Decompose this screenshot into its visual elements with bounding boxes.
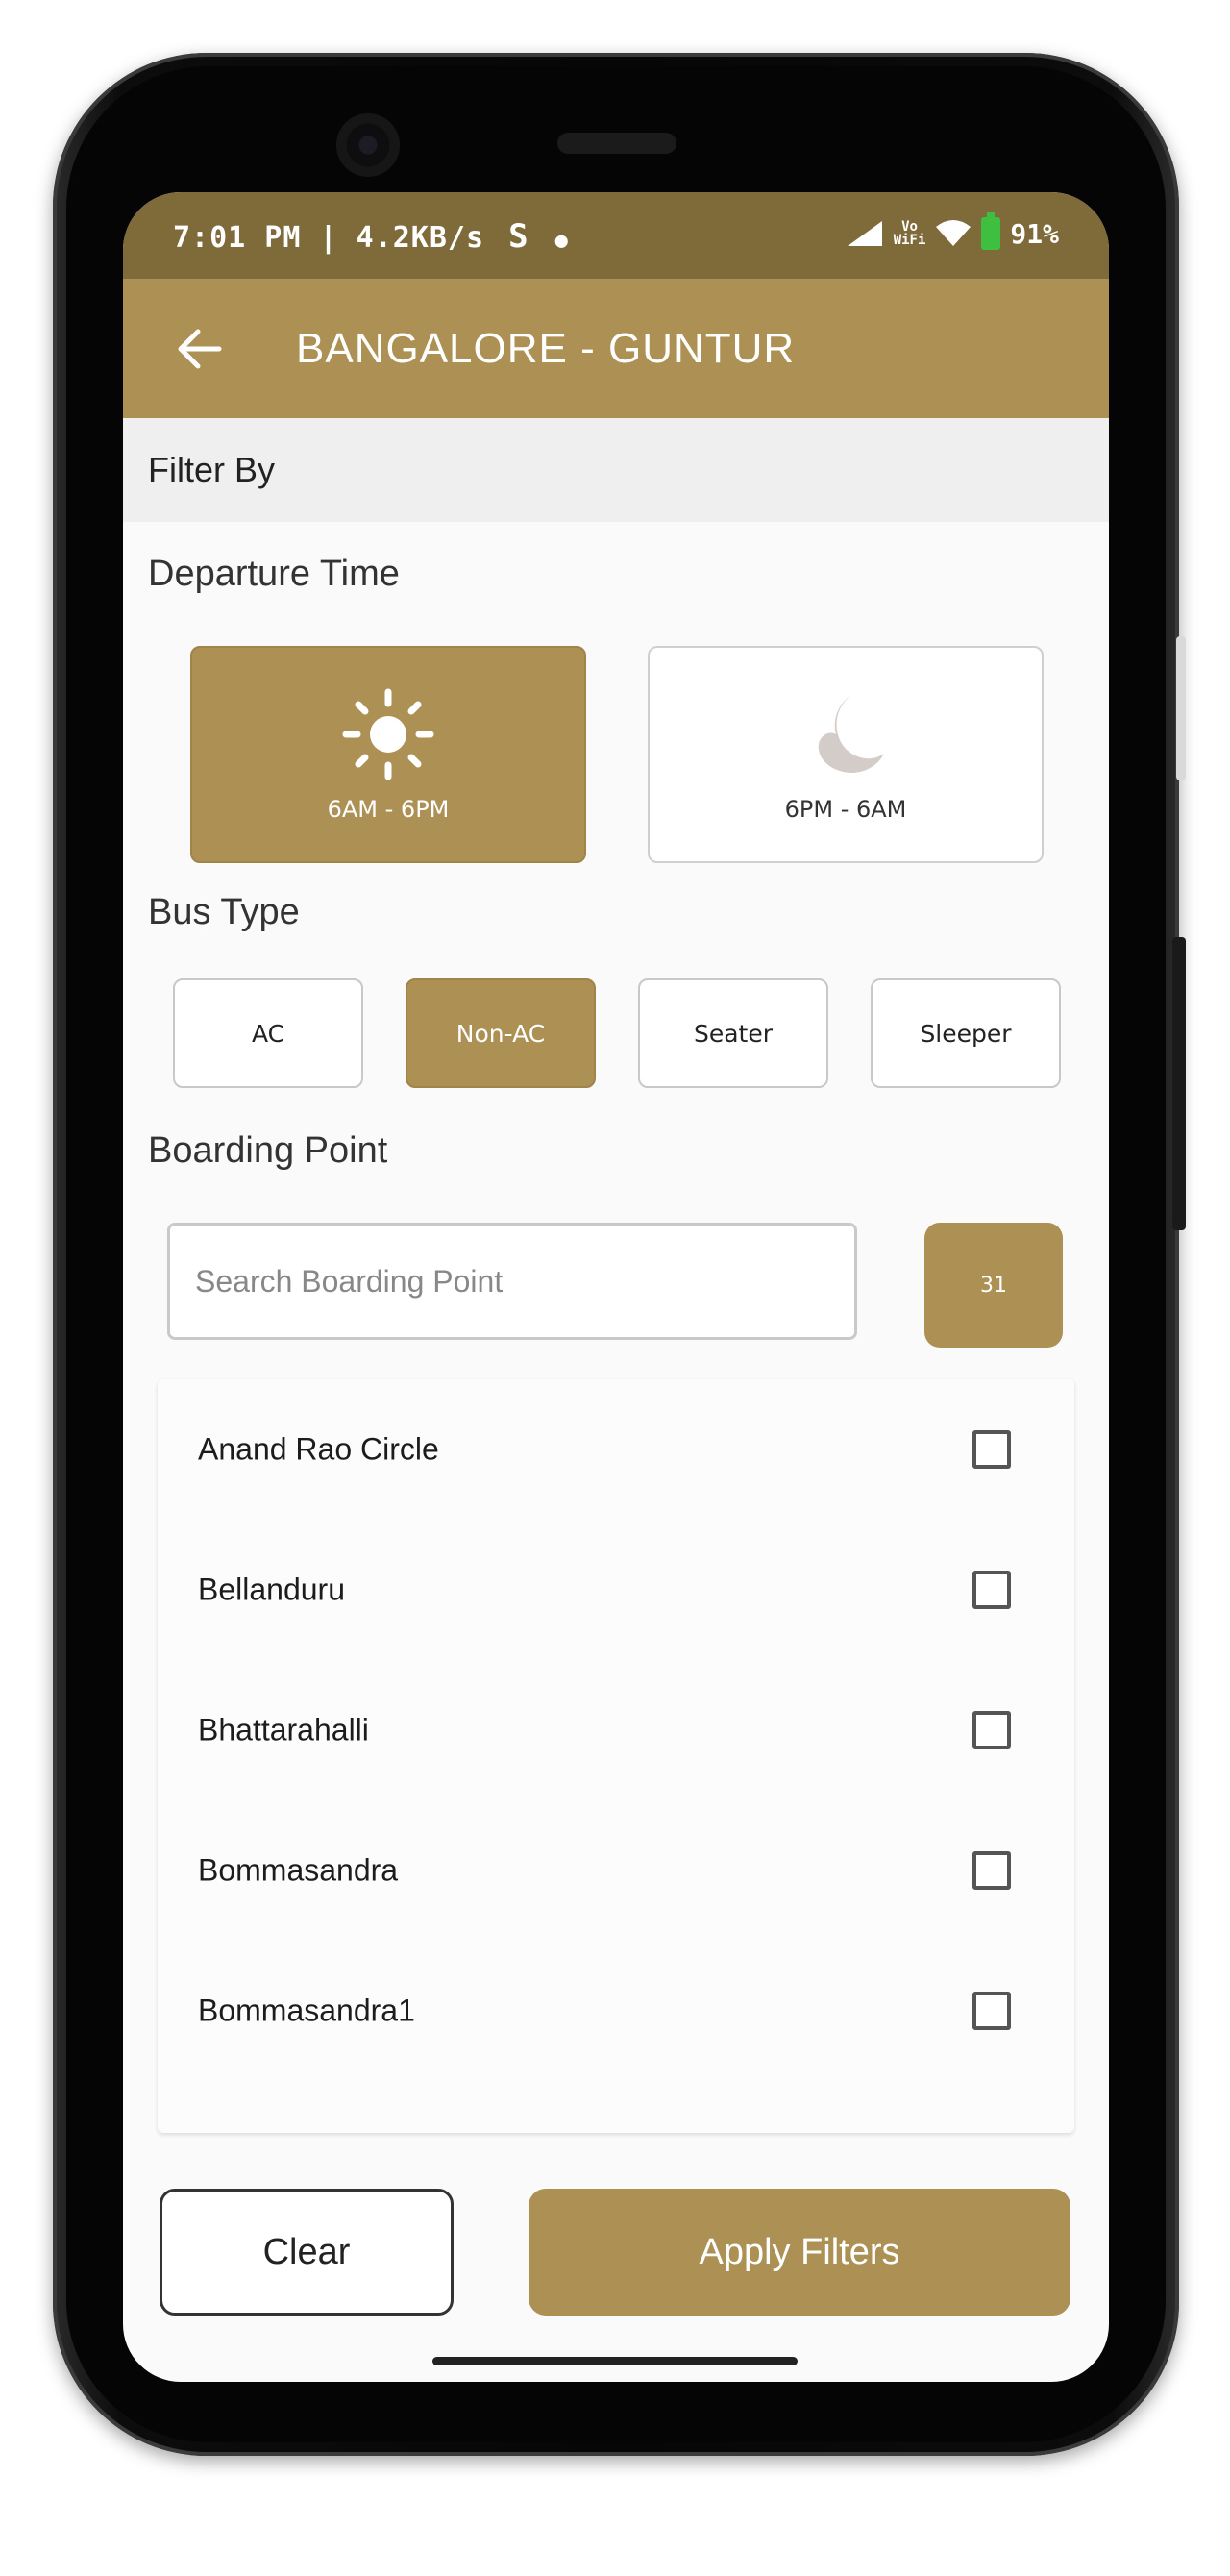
filter-header-label: Filter By bbox=[148, 450, 276, 489]
boarding-point-name: Bhattarahalli bbox=[198, 1712, 369, 1747]
bus-type-sleeper[interactable]: Sleeper bbox=[871, 978, 1061, 1088]
home-indicator[interactable] bbox=[432, 2357, 798, 2365]
departure-night-option[interactable]: 6PM - 6AM bbox=[648, 646, 1044, 863]
boarding-point-title: Boarding Point bbox=[148, 1130, 388, 1171]
boarding-search-input[interactable] bbox=[193, 1262, 854, 1300]
battery-icon bbox=[981, 212, 1001, 250]
side-button-upper bbox=[1176, 636, 1186, 780]
moon-icon bbox=[818, 696, 884, 773]
list-item[interactable]: Bhattarahalli bbox=[158, 1660, 1074, 1800]
clear-button[interactable]: Clear bbox=[160, 2189, 454, 2316]
sun-icon bbox=[342, 688, 434, 780]
bus-type-seater[interactable]: Seater bbox=[638, 978, 828, 1088]
boarding-point-checkbox[interactable] bbox=[972, 1851, 1011, 1890]
list-item[interactable]: Bommasandra1 bbox=[158, 1941, 1074, 2081]
list-item[interactable]: Bommasandra bbox=[158, 1800, 1074, 1941]
vowifi-icon: Vo WiFi bbox=[893, 219, 926, 248]
boarding-point-checkbox[interactable] bbox=[972, 1711, 1011, 1749]
boarding-point-name: Bommasandra1 bbox=[198, 1993, 415, 2028]
bus-type-title: Bus Type bbox=[148, 892, 300, 932]
screen: 7:01 PM | 4.2KB/s S ● Vo WiFi 91% BANGALO… bbox=[123, 192, 1109, 2382]
departure-night-label: 6PM - 6AM bbox=[784, 796, 907, 823]
bus-type-ac[interactable]: AC bbox=[173, 978, 363, 1088]
page-title: BANGALORE - GUNTUR bbox=[296, 324, 796, 372]
bus-type-non-ac[interactable]: Non-AC bbox=[406, 978, 596, 1088]
notification-dot-icon: ● bbox=[554, 229, 569, 253]
wifi-icon bbox=[936, 220, 972, 246]
departure-day-label: 6AM - 6PM bbox=[327, 796, 450, 823]
earpiece-speaker bbox=[557, 133, 676, 154]
boarding-point-name: Anand Rao Circle bbox=[198, 1431, 439, 1467]
status-time-text: 7:01 PM | 4.2KB/s bbox=[173, 221, 485, 255]
boarding-point-checkbox[interactable] bbox=[972, 1430, 1011, 1469]
app-bar: BANGALORE - GUNTUR bbox=[123, 279, 1109, 418]
list-item[interactable]: Anand Rao Circle bbox=[158, 1379, 1074, 1520]
departure-time-title: Departure Time bbox=[148, 554, 400, 594]
battery-level: 91% bbox=[1010, 217, 1059, 250]
boarding-point-name: Bellanduru bbox=[198, 1572, 345, 1607]
filter-header: Filter By bbox=[123, 418, 1109, 522]
side-button-lower bbox=[1172, 937, 1186, 1230]
status-icons: Vo WiFi 91% bbox=[846, 212, 1059, 250]
boarding-search-field[interactable] bbox=[167, 1223, 857, 1340]
signal-icon bbox=[847, 221, 882, 246]
status-time: 7:01 PM | 4.2KB/s S ● bbox=[173, 217, 569, 256]
list-item[interactable]: Bellanduru bbox=[158, 1520, 1074, 1660]
boarding-count-button[interactable]: 31 bbox=[924, 1223, 1063, 1348]
front-camera bbox=[336, 113, 400, 177]
boarding-point-checkbox[interactable] bbox=[972, 1571, 1011, 1609]
back-button[interactable] bbox=[161, 310, 238, 387]
boarding-point-list: Anand Rao Circle Bellanduru Bhattarahall… bbox=[158, 1379, 1074, 2133]
s-icon: S bbox=[508, 217, 529, 256]
status-bar: 7:01 PM | 4.2KB/s S ● Vo WiFi 91% bbox=[123, 192, 1109, 279]
departure-day-option[interactable]: 6AM - 6PM bbox=[190, 646, 586, 863]
back-arrow-icon bbox=[178, 329, 222, 368]
boarding-point-name: Bommasandra bbox=[198, 1852, 399, 1888]
apply-filters-button[interactable]: Apply Filters bbox=[529, 2189, 1070, 2316]
boarding-point-checkbox[interactable] bbox=[972, 1992, 1011, 2030]
